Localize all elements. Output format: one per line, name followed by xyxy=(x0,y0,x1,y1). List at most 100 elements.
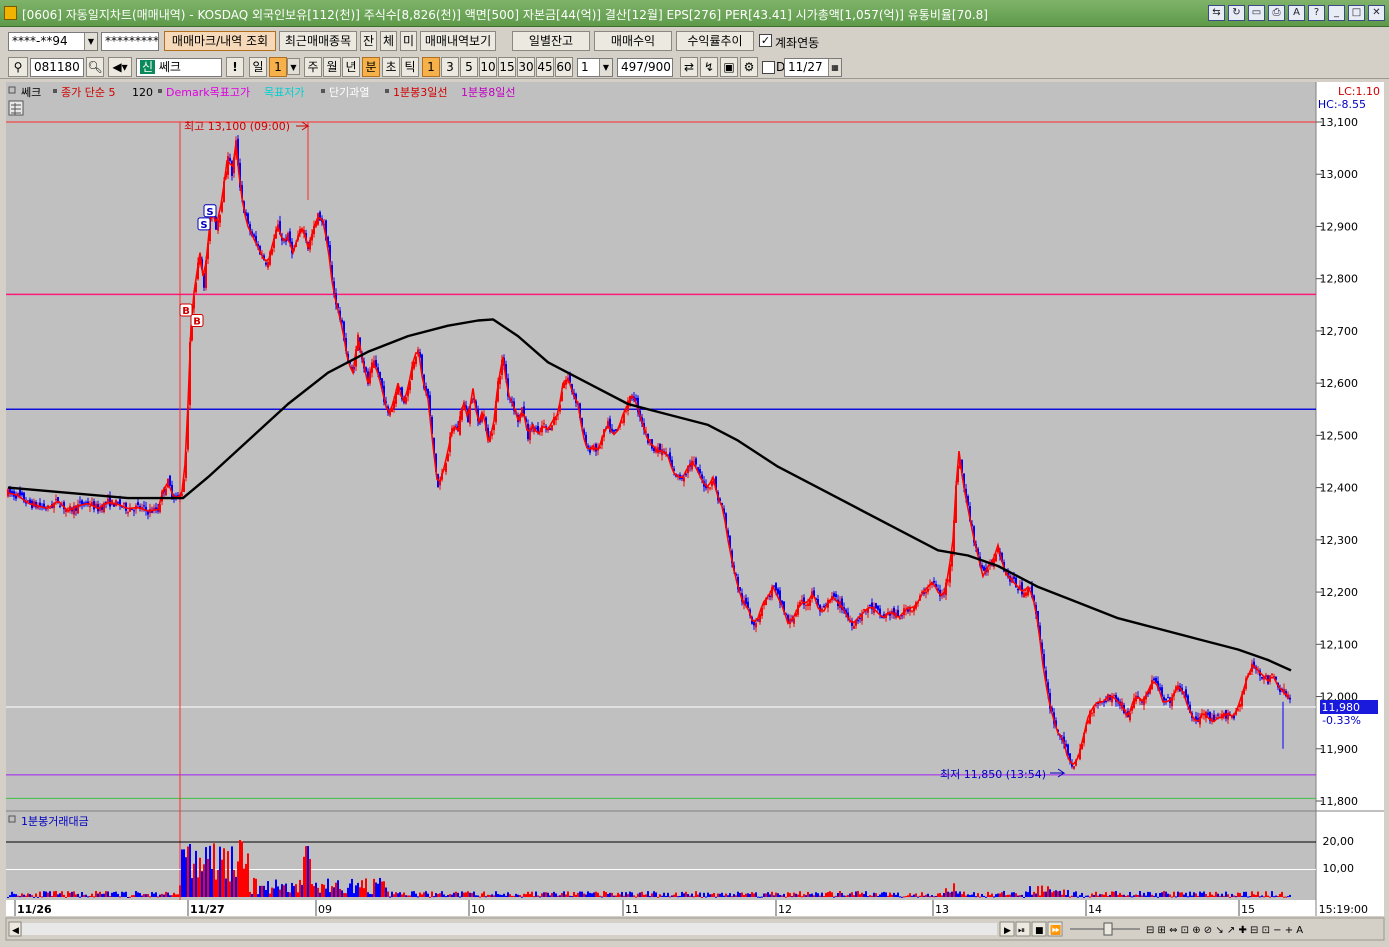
chevron-down-icon[interactable]: ▼ xyxy=(84,33,97,50)
legend-item[interactable]: 120 xyxy=(132,86,153,99)
volume-bar xyxy=(807,891,809,897)
volume-bar xyxy=(19,896,21,898)
period-second[interactable]: 초 xyxy=(382,57,400,77)
interval-3[interactable]: 3 xyxy=(441,57,459,77)
interval-30[interactable]: 30 xyxy=(517,57,535,77)
volume-bar xyxy=(739,893,741,897)
price-chart[interactable]: BB SS 13,100 13,000 12,900 12,800 12,700 12,60… xyxy=(0,80,1389,944)
alert-button[interactable]: ! xyxy=(226,57,244,77)
chart-tool-icon[interactable]: ⇄ xyxy=(680,57,698,77)
volume-bar xyxy=(1119,892,1121,897)
interval-45[interactable]: 45 xyxy=(536,57,554,77)
volume-bar xyxy=(1167,893,1169,897)
volume-bar xyxy=(659,894,661,897)
legend-item[interactable]: 목표저가 xyxy=(264,86,304,99)
volume-bar xyxy=(1163,891,1165,897)
date-checkbox[interactable] xyxy=(762,61,775,74)
search-icon[interactable]: 🔍︎ xyxy=(86,57,104,77)
interval-1[interactable]: 1 xyxy=(422,57,440,77)
volume-bar xyxy=(785,896,787,898)
che-button[interactable]: 체 xyxy=(380,31,397,51)
volume-bar xyxy=(965,895,967,897)
stock-search-icon[interactable]: ⚲ xyxy=(8,57,28,77)
maximize-button[interactable]: □ xyxy=(1348,5,1365,21)
account-select[interactable]: ****-**94 ▼ xyxy=(8,32,98,51)
volume-bar xyxy=(493,895,495,897)
account-link-checkbox[interactable]: ✓ xyxy=(759,34,772,47)
jan-button[interactable]: 잔 xyxy=(360,31,377,51)
volume-bar xyxy=(531,891,533,897)
link-icon[interactable]: ⇆ xyxy=(1208,5,1225,21)
period-week[interactable]: 주 xyxy=(304,57,322,77)
stock-code-field[interactable]: 081180 xyxy=(30,58,84,77)
volume-bar xyxy=(1099,894,1101,897)
return-trend-button[interactable]: 수익률추이 xyxy=(676,31,754,51)
volume-bar xyxy=(1023,896,1025,898)
settings-icon[interactable]: ⚙ xyxy=(740,57,758,77)
volume-bar xyxy=(487,894,489,897)
volume-bar xyxy=(375,882,377,897)
volume-bar xyxy=(593,892,595,897)
save-icon[interactable]: ▣ xyxy=(720,57,738,77)
calendar-icon[interactable]: ▦ xyxy=(828,59,841,76)
interval-15[interactable]: 15 xyxy=(498,57,516,77)
minimize-button[interactable]: _ xyxy=(1328,5,1345,21)
volume-bar xyxy=(1033,891,1035,897)
volume-bar xyxy=(269,893,271,897)
markers-query-button[interactable]: 매매마크/내역 조회 xyxy=(164,31,276,51)
volume-bar xyxy=(611,892,613,897)
period-minute[interactable]: 분 xyxy=(362,57,380,77)
trade-profit-button[interactable]: 매매수익 xyxy=(594,31,672,51)
period-year[interactable]: 년 xyxy=(342,57,360,77)
font-icon[interactable]: A xyxy=(1288,5,1305,21)
legend-item[interactable]: 단기과열 xyxy=(329,86,369,99)
legend-item[interactable]: 쎄크 xyxy=(21,86,41,99)
close-button[interactable]: ✕ xyxy=(1368,5,1385,21)
scroll-controls[interactable]: ▶ ⏯ ■ ⏩ ⊟ ⊞ ⇔ ⊡ ⊕ ⊘ ↘ ↗ ✚ ⊟ ⊡ − + A xyxy=(999,921,1303,937)
sound-icon[interactable]: ◀▾ xyxy=(108,57,132,77)
account-link-label: 계좌연동 xyxy=(775,36,820,50)
volume-bar xyxy=(1189,891,1191,897)
daily-balance-button[interactable]: 일별잔고 xyxy=(512,31,590,51)
volume-bar xyxy=(353,893,355,897)
legend-item[interactable]: 1분봉8일선 xyxy=(461,85,515,99)
period-day[interactable]: 일 xyxy=(249,57,267,77)
volume-bar xyxy=(497,893,499,897)
chevron-down-icon[interactable]: ▼ xyxy=(599,59,612,76)
history-view-button[interactable]: 매매내역보기 xyxy=(420,31,496,51)
x-tick-label: 13 xyxy=(935,903,949,916)
refresh-icon[interactable]: ↻ xyxy=(1228,5,1245,21)
legend-item[interactable]: 1분봉3일선 xyxy=(393,85,447,99)
volume-bar xyxy=(1057,891,1059,897)
volume-bar xyxy=(1169,894,1171,897)
help-icon[interactable]: ? xyxy=(1308,5,1325,21)
volume-bar xyxy=(199,857,201,897)
indicator-icon[interactable]: ↯ xyxy=(700,57,718,77)
period-tick[interactable]: 틱 xyxy=(401,57,419,77)
volume-bar xyxy=(1077,896,1079,898)
volume-bar xyxy=(971,894,973,897)
stock-name-field[interactable]: 신 쎄크 xyxy=(136,58,222,77)
interval-10[interactable]: 10 xyxy=(479,57,497,77)
interval-60[interactable]: 60 xyxy=(555,57,573,77)
volume-bar xyxy=(287,892,289,897)
period-day-count[interactable]: 1 xyxy=(269,57,287,77)
interval-select[interactable]: 1 ▼ xyxy=(577,58,613,77)
high-annotation: 최고 13,100 (09:00) xyxy=(184,120,290,133)
password-field[interactable]: ********* xyxy=(101,32,159,51)
count-field[interactable]: 497/900 xyxy=(617,58,673,77)
mi-button[interactable]: 미 xyxy=(400,31,417,51)
stock-name: 쎄크 xyxy=(158,60,181,74)
legend-item[interactable]: Demark목표고가 xyxy=(166,86,250,99)
screen-icon[interactable]: ▭ xyxy=(1248,5,1265,21)
print-icon[interactable]: ⎙ xyxy=(1268,5,1285,21)
scroll-track[interactable] xyxy=(22,923,997,935)
legend-item[interactable]: 종가 단순 5 xyxy=(61,86,115,99)
volume-bar xyxy=(555,893,557,897)
period-month[interactable]: 월 xyxy=(323,57,341,77)
recent-trades-button[interactable]: 최근매매종목 xyxy=(279,31,357,51)
volume-bar xyxy=(167,892,169,897)
interval-5[interactable]: 5 xyxy=(460,57,478,77)
date-field[interactable]: 11/27 ▦ xyxy=(784,58,842,77)
chevron-down-icon[interactable]: ▼ xyxy=(287,58,300,75)
